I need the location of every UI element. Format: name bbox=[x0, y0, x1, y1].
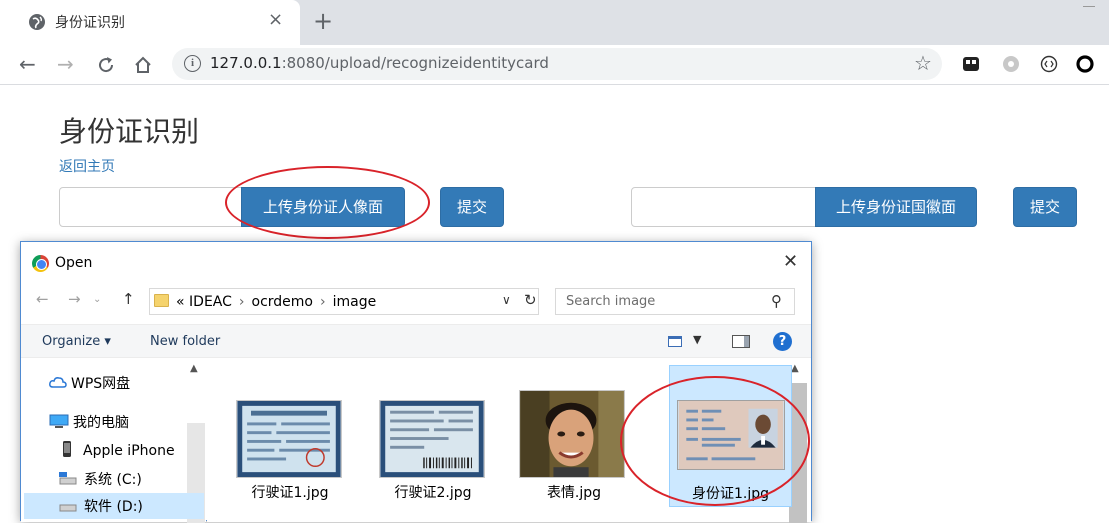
submit-front-button[interactable]: 提交 bbox=[440, 187, 504, 227]
folder-breadcrumb: « IDEAC › ocrdemo › image bbox=[176, 294, 376, 310]
submit-back-button[interactable]: 提交 bbox=[1013, 187, 1077, 227]
dialog-title: Open bbox=[55, 255, 93, 271]
file-name: 行驶证2.jpg bbox=[394, 485, 472, 501]
up-arrow-icon[interactable]: ↑ bbox=[122, 290, 135, 308]
cloud-icon bbox=[49, 377, 67, 388]
browser-tab[interactable]: 身份证识别 × bbox=[0, 0, 300, 45]
nav-item-label: 软件 (D:) bbox=[84, 499, 143, 515]
file-item-vehicle-license-1[interactable]: 行驶证1.jpg bbox=[230, 367, 350, 507]
nav-item-drive-c[interactable]: 系统 (C:) bbox=[59, 469, 142, 489]
drive-icon bbox=[59, 472, 77, 485]
organize-menu-button[interactable]: Organize ▾ bbox=[42, 334, 111, 349]
view-dropdown-icon[interactable]: ▼ bbox=[693, 333, 701, 346]
navigation-pane: ▲ WPS网盘 我的电脑 Apple iPhone 系统 (C:) 软件 (D:… bbox=[21, 359, 206, 523]
recent-locations-chevron-icon[interactable]: ⌄ bbox=[93, 294, 101, 305]
drive-icon bbox=[59, 504, 77, 512]
back-arrow-icon[interactable]: ← bbox=[36, 290, 49, 308]
chevron-right-icon: › bbox=[320, 294, 326, 310]
scroll-up-icon[interactable]: ▲ bbox=[190, 363, 198, 374]
url-text: 127.0.0.1:8080/upload/recognizeidentityc… bbox=[210, 54, 549, 72]
nav-item-wps-cloud[interactable]: WPS网盘 bbox=[49, 373, 130, 393]
nav-item-label: 系统 (C:) bbox=[84, 472, 142, 488]
nav-item-drive-d[interactable]: 软件 (D:) bbox=[24, 493, 204, 519]
vehicle-license-thumbnail bbox=[236, 400, 342, 478]
folder-icon bbox=[154, 294, 169, 307]
nav-item-label: Apple iPhone bbox=[83, 443, 175, 459]
tab-close-icon[interactable]: × bbox=[268, 9, 283, 30]
new-folder-button[interactable]: New folder bbox=[150, 334, 220, 349]
info-icon[interactable]: i bbox=[184, 55, 201, 72]
nav-item-apple-iphone[interactable]: Apple iPhone bbox=[61, 441, 175, 459]
search-box[interactable]: ⚲ bbox=[555, 288, 795, 315]
tab-title: 身份证识别 bbox=[55, 15, 125, 31]
browser-toolbar: ← → i 127.0.0.1:8080/upload/recognizeide… bbox=[0, 45, 1109, 85]
dialog-close-icon[interactable]: ✕ bbox=[783, 251, 798, 272]
dialog-titlebar: Open ✕ bbox=[21, 242, 811, 282]
file-name: 表情.jpg bbox=[546, 485, 602, 501]
breadcrumb-item-image[interactable]: image bbox=[333, 294, 377, 310]
home-icon[interactable] bbox=[133, 55, 153, 75]
nav-item-my-computer[interactable]: 我的电脑 bbox=[49, 412, 129, 432]
search-icon[interactable]: ⚲ bbox=[771, 292, 782, 310]
url-host: 127.0.0.1 bbox=[210, 54, 282, 72]
chevron-right-icon: › bbox=[238, 294, 245, 310]
window-minimize-icon[interactable] bbox=[1083, 6, 1095, 7]
annotation-circle-id-card bbox=[620, 376, 810, 506]
search-input[interactable] bbox=[556, 289, 766, 314]
address-bar[interactable]: i 127.0.0.1:8080/upload/recognizeidentit… bbox=[172, 48, 942, 80]
chrome-icon bbox=[32, 255, 49, 272]
globe-icon bbox=[29, 14, 45, 30]
url-path: :8080/upload/recognizeidentitycard bbox=[281, 54, 549, 72]
folder-path-box[interactable]: « IDEAC › ocrdemo › image ∨ ↻ bbox=[149, 288, 539, 315]
nav-item-label: WPS网盘 bbox=[71, 376, 131, 392]
computer-icon bbox=[49, 414, 69, 428]
extension-code-icon[interactable] bbox=[1040, 55, 1058, 73]
scroll-up-icon[interactable]: ▲ bbox=[791, 363, 799, 374]
bookmark-star-icon[interactable]: ☆ bbox=[914, 51, 932, 75]
phone-icon bbox=[63, 441, 71, 457]
vehicle-license-thumbnail bbox=[379, 400, 485, 478]
back-to-home-link[interactable]: 返回主页 bbox=[59, 156, 115, 176]
forward-arrow-icon[interactable]: → bbox=[68, 290, 81, 308]
help-icon[interactable]: ? bbox=[773, 332, 792, 351]
extension-ring-icon[interactable] bbox=[1076, 55, 1094, 73]
upload-back-button[interactable]: 上传身份证国徽面 bbox=[815, 187, 977, 227]
front-file-input[interactable] bbox=[59, 187, 242, 227]
breadcrumb-item-ocrdemo[interactable]: ocrdemo bbox=[252, 294, 313, 310]
back-file-input[interactable] bbox=[631, 187, 816, 227]
refresh-icon[interactable]: ↻ bbox=[524, 291, 537, 309]
tab-strip: 身份证识别 × + bbox=[0, 0, 1109, 45]
new-tab-button[interactable]: + bbox=[313, 7, 333, 35]
portrait-thumbnail bbox=[519, 390, 625, 478]
chevron-down-icon[interactable]: ∨ bbox=[502, 293, 511, 307]
back-arrow-icon[interactable]: ← bbox=[19, 50, 36, 78]
file-name: 行驶证1.jpg bbox=[251, 485, 329, 501]
preview-pane-icon[interactable] bbox=[732, 335, 750, 348]
forward-arrow-icon[interactable]: → bbox=[57, 50, 74, 78]
reload-icon[interactable] bbox=[96, 55, 116, 75]
dialog-command-bar: Organize ▾ New folder ▼ ? bbox=[21, 324, 811, 358]
page-title: 身份证识别 bbox=[59, 115, 200, 148]
extension-gear-icon[interactable] bbox=[1002, 55, 1020, 73]
dialog-navigation-bar: ← → ⌄ ↑ « IDEAC › ocrdemo › image ∨ ↻ ⚲ bbox=[21, 284, 811, 318]
view-options-icon[interactable] bbox=[668, 336, 682, 347]
annotation-circle-upload bbox=[225, 166, 430, 239]
file-item-vehicle-license-2[interactable]: 行驶证2.jpg bbox=[373, 367, 493, 507]
nav-item-label: 我的电脑 bbox=[73, 415, 129, 431]
extension-icon[interactable] bbox=[962, 55, 980, 73]
file-item-expression[interactable]: 表情.jpg bbox=[514, 367, 634, 507]
breadcrumb-overflow[interactable]: « bbox=[176, 294, 185, 310]
breadcrumb-item-ideac[interactable]: IDEAC bbox=[189, 294, 232, 310]
